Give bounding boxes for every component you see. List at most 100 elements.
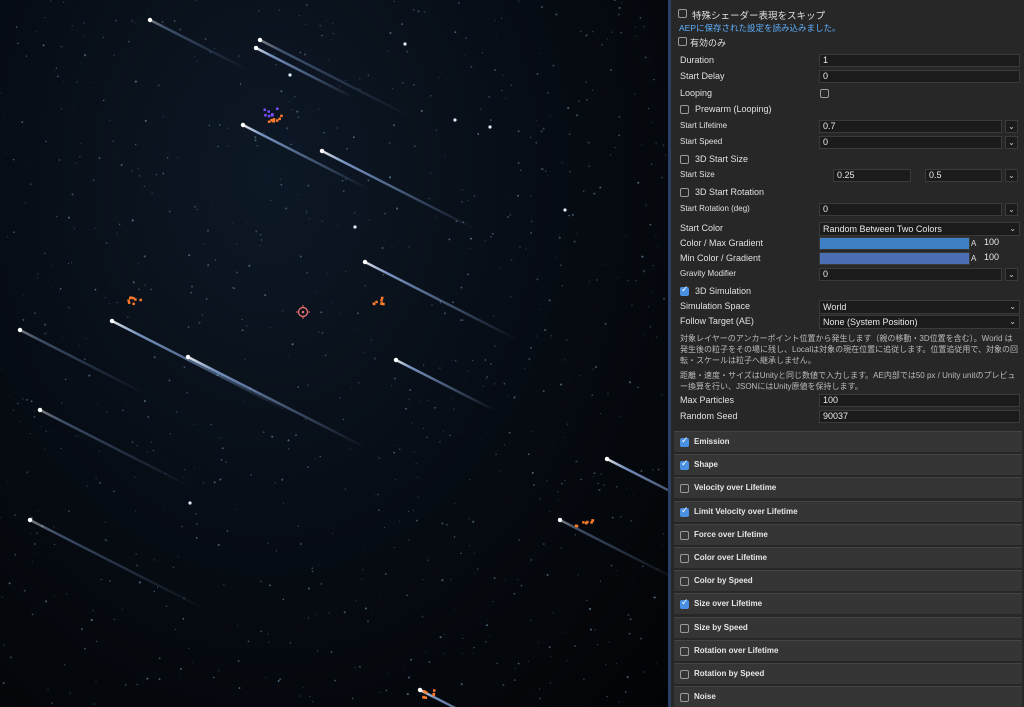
dust-particle	[403, 668, 405, 670]
start-rotation-input[interactable]: 0	[819, 203, 1002, 216]
dust-particle	[51, 265, 53, 267]
start-lifetime-input[interactable]: 0.7	[819, 120, 1002, 133]
module-checkbox[interactable]	[680, 693, 689, 703]
max-particles-input[interactable]: 100	[819, 394, 1020, 407]
dust-particle	[307, 587, 310, 590]
module-row[interactable]: Color over Lifetime	[674, 547, 1022, 568]
module-row[interactable]: Size by Speed	[674, 616, 1022, 638]
dust-particle	[550, 334, 553, 337]
dust-particle	[61, 402, 63, 404]
dust-particle	[594, 366, 597, 368]
color-min-alpha-input[interactable]: 100	[981, 252, 1020, 265]
module-row[interactable]: Limit Velocity over Lifetime	[674, 500, 1022, 522]
color-max-swatch[interactable]	[819, 237, 970, 250]
random-seed-input[interactable]: 90037	[819, 410, 1020, 423]
start-size-min-input[interactable]: 0.25	[833, 169, 911, 182]
start-size-3d-checkbox[interactable]	[680, 155, 689, 164]
dust-particle	[143, 255, 146, 258]
module-checkbox[interactable]	[680, 530, 689, 540]
module-label: Size over Lifetime	[694, 599, 763, 609]
meteor-streak	[109, 318, 291, 413]
start-speed-input[interactable]: 0	[819, 136, 1002, 149]
dust-particle	[641, 143, 643, 146]
dust-particle	[452, 301, 454, 304]
color-min-alpha-label: A	[971, 254, 977, 263]
dust-particle	[325, 20, 327, 22]
module-row[interactable]: Size over Lifetime	[674, 593, 1022, 615]
dust-particle	[639, 16, 642, 19]
module-checkbox[interactable]	[680, 670, 689, 679]
module-checkbox[interactable]	[680, 436, 689, 447]
dust-particle	[345, 270, 347, 273]
dust-particle	[281, 309, 284, 312]
dust-particle	[382, 274, 384, 276]
module-row[interactable]: Emission	[674, 431, 1022, 452]
module-row[interactable]: Rotation over Lifetime	[674, 639, 1022, 661]
module-checkbox[interactable]	[680, 577, 689, 587]
start-size-3d-row[interactable]: 3D Start Size	[671, 152, 1024, 168]
module-checkbox[interactable]	[680, 554, 689, 563]
module-checkbox[interactable]	[680, 459, 689, 471]
dust-particle	[60, 45, 63, 48]
skip-shader-checkbox[interactable]	[678, 9, 687, 18]
module-checkbox[interactable]	[680, 646, 689, 656]
dust-particle	[172, 566, 175, 569]
active-only-row[interactable]: 有効のみ	[671, 34, 1024, 50]
sim-3d-checkbox[interactable]	[680, 285, 689, 296]
dust-particle	[530, 619, 532, 621]
start-delay-input[interactable]: 0	[819, 70, 1020, 83]
color-min-swatch[interactable]	[819, 252, 970, 265]
start-rotation-3d-row[interactable]: 3D Start Rotation	[671, 185, 1024, 201]
dust-particle	[299, 543, 302, 545]
dust-particle	[440, 71, 442, 73]
simulation-space-dropdown[interactable]: World ⌄	[819, 300, 1020, 314]
color-max-alpha-input[interactable]: 100	[981, 237, 1020, 250]
dust-particle	[407, 539, 410, 542]
dust-particle	[486, 620, 488, 622]
dust-particle	[112, 140, 114, 142]
dust-particle	[420, 400, 422, 402]
gravity-input[interactable]: 0	[819, 268, 1002, 281]
meteor-streak	[17, 327, 146, 395]
module-row[interactable]: Color by Speed	[674, 570, 1022, 592]
follow-target-dropdown[interactable]: None (System Position) ⌄	[819, 315, 1020, 329]
start-rotation-3d-checkbox[interactable]	[680, 188, 689, 197]
start-size-max-input[interactable]: 0.5	[925, 169, 1002, 182]
dust-particle	[630, 520, 632, 522]
prewarm-row[interactable]: Prewarm (Looping)	[671, 102, 1024, 118]
module-row[interactable]: Shape	[674, 454, 1022, 476]
module-checkbox[interactable]	[680, 484, 689, 494]
module-row[interactable]: Velocity over Lifetime	[674, 477, 1022, 499]
dust-particle	[104, 296, 106, 299]
dust-particle	[76, 81, 78, 83]
dust-particle	[136, 683, 139, 686]
duration-input[interactable]: 1	[819, 54, 1020, 67]
sim-3d-row[interactable]: 3D Simulation	[671, 284, 1024, 300]
dust-particle	[430, 94, 432, 97]
module-checkbox[interactable]	[680, 506, 689, 517]
chevron-down-icon[interactable]: ⌄	[1005, 203, 1018, 216]
dust-particle	[440, 302, 442, 304]
chevron-down-icon[interactable]: ⌄	[1005, 120, 1018, 133]
module-row[interactable]: Rotation by Speed	[674, 663, 1022, 684]
start-color-dropdown[interactable]: Random Between Two Colors ⌄	[819, 222, 1020, 236]
module-row[interactable]: Force over Lifetime	[674, 523, 1022, 545]
looping-checkbox[interactable]	[820, 89, 829, 98]
scene-viewport[interactable]	[0, 0, 668, 707]
prewarm-checkbox[interactable]	[680, 105, 689, 114]
dust-particle	[297, 194, 299, 196]
dust-particle	[150, 441, 152, 443]
module-checkbox[interactable]	[680, 598, 689, 610]
chevron-down-icon[interactable]: ⌄	[1005, 136, 1018, 149]
module-checkbox[interactable]	[680, 623, 689, 633]
dust-particle	[643, 334, 645, 336]
chevron-down-icon[interactable]: ⌄	[1005, 268, 1018, 281]
dust-particle	[507, 194, 509, 196]
chevron-down-icon[interactable]: ⌄	[1005, 169, 1018, 182]
dust-particle	[338, 313, 341, 315]
module-row[interactable]: Noise	[674, 686, 1022, 707]
active-only-checkbox[interactable]	[678, 37, 687, 46]
skip-shader-row[interactable]: 特殊シェーダー表現をスキップ	[671, 6, 1024, 22]
dust-particle	[104, 539, 107, 541]
dust-particle	[387, 50, 389, 52]
